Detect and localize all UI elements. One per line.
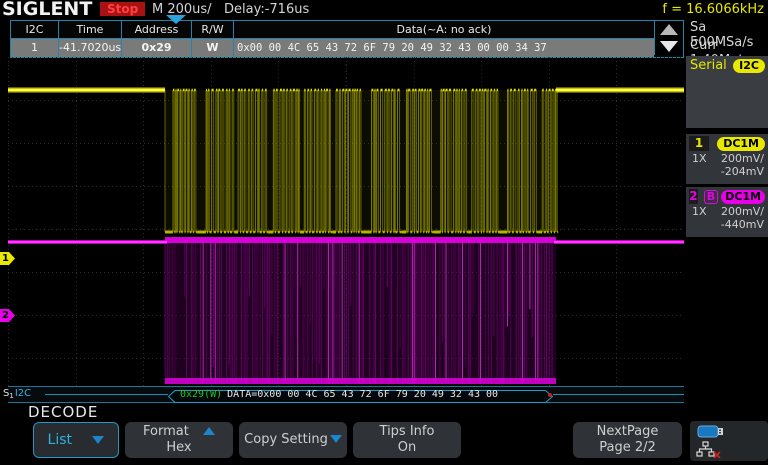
ch1-number: 1: [689, 136, 709, 151]
ch2-bandwidth-chip: B: [704, 190, 718, 204]
decode-list-header: I2C Time Address R/W Data(~A: no ack): [11, 21, 654, 38]
lan-icon[interactable]: [697, 442, 714, 456]
format-button-value: Hex: [166, 440, 191, 456]
lan-disconnected-icon: [714, 452, 720, 458]
status-icons: [690, 421, 768, 461]
table-scrollbar: [654, 21, 683, 55]
run-state-badge[interactable]: Stop: [100, 2, 145, 16]
next-page-label: NextPage: [597, 424, 659, 440]
waveform-display: [8, 57, 684, 401]
serial-panel[interactable]: Serial I2C: [686, 56, 768, 128]
chevron-down-icon: [92, 436, 104, 444]
ch1-probe: 1X: [692, 152, 707, 165]
decode-bus-strip: S1I2C 0x29(W)DATA=0x00 00 4C 65 43 72 6F…: [8, 386, 684, 403]
trigger-frequency-readout: f = 16.6066kHz: [662, 2, 764, 17]
oscilloscope-screen: { "colors": { "yellow": "#e8e800", "mage…: [0, 0, 768, 461]
col-header-i2c: I2C: [11, 21, 58, 38]
tips-info-button[interactable]: Tips Info On: [353, 422, 461, 458]
list-button-label: List: [48, 432, 72, 448]
status-icon-panel: [690, 421, 768, 461]
tips-info-label: Tips Info: [380, 424, 435, 440]
next-page-button[interactable]: NextPage Page 2/2: [573, 422, 682, 458]
row-rw: W: [191, 39, 233, 57]
format-button[interactable]: Format Hex: [125, 422, 233, 458]
row-index: 1: [11, 39, 58, 57]
serial-type-badge: I2C: [733, 59, 765, 73]
ch2-number: 2: [689, 189, 698, 204]
copy-setting-label: Copy Setting: [244, 432, 328, 447]
ch1-coupling-badge: DC1M: [717, 137, 765, 151]
delay-readout: Delay:-716us: [224, 2, 309, 17]
bus-label-i2c: I2C: [15, 388, 31, 399]
copy-setting-button[interactable]: Copy Setting: [239, 422, 347, 458]
row-data: 0x00 00 4C 65 43 72 6F 79 20 49 32 43 00…: [233, 39, 654, 57]
decode-list-table: I2C Time Address R/W Data(~A: no ack) 1 …: [10, 20, 684, 58]
bus-address: 0x29(W): [180, 389, 222, 400]
col-header-rw: R/W: [191, 21, 233, 38]
chevron-up-icon: [203, 427, 215, 435]
bus-label: S1I2C: [3, 388, 31, 400]
next-page-value: Page 2/2: [599, 440, 656, 456]
table-row[interactable]: 1 -41.7020us 0x29 W 0x00 00 4C 65 43 72 …: [11, 38, 654, 57]
tips-info-value: On: [398, 440, 416, 456]
bus-line-right: [553, 394, 684, 395]
bus-label-sub: 1: [9, 392, 13, 400]
ch2-offset: -440mV: [686, 218, 768, 231]
trigger-position-icon[interactable]: [166, 15, 186, 24]
bus-end-dot-icon: [548, 393, 552, 397]
bus-data: DATA=0x00 00 4C 65 43 72 6F 79 20 49 32 …: [227, 389, 498, 400]
chevron-down-icon: [330, 435, 342, 443]
col-header-time: Time: [58, 21, 121, 38]
ch2-scale: 200mV/: [721, 205, 764, 218]
ch2-probe: 1X: [692, 205, 707, 218]
ch1-scale: 200mV/: [721, 152, 764, 165]
usb-device-icon[interactable]: [698, 426, 723, 437]
ch1-panel[interactable]: 1 DC1M 1X 200mV/ -204mV: [686, 134, 768, 184]
list-button[interactable]: List: [33, 422, 119, 458]
row-time: -41.7020us: [58, 39, 121, 57]
scroll-down-icon[interactable]: [660, 41, 678, 52]
serial-label: Serial: [690, 58, 727, 73]
bus-packet-text: 0x29(W) DATA=0x00 00 4C 65 43 72 6F 79 20…: [180, 388, 498, 401]
col-header-data: Data(~A: no ack): [233, 21, 654, 38]
brand-logo: SIGLENT: [2, 0, 92, 20]
menu-title: DECODE: [28, 403, 98, 421]
bus-line-left: [45, 394, 168, 395]
waveform-svg: [8, 57, 684, 401]
row-address: 0x29: [121, 39, 191, 57]
format-button-label: Format: [143, 424, 189, 439]
ch2-coupling-badge: DC1M: [721, 190, 765, 204]
scroll-up-icon[interactable]: [660, 24, 678, 35]
ch1-offset: -204mV: [686, 165, 768, 178]
ch2-panel[interactable]: 2 B DC1M 1X 200mV/ -440mV: [686, 187, 768, 237]
